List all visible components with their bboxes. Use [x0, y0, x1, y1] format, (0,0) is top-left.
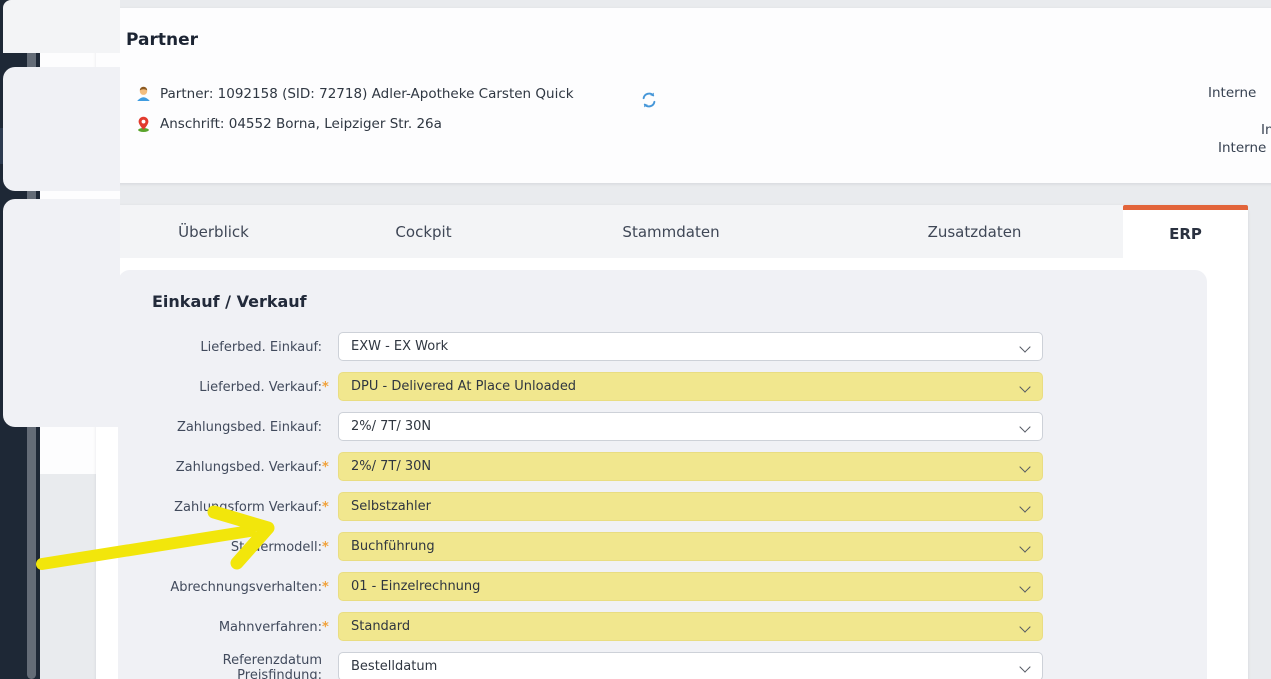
section-title: Einkauf / Verkauf — [152, 292, 307, 311]
required-asterisk: * — [322, 460, 334, 475]
partner-detail-card: Überblick Cockpit Stammdaten Zusatzdaten… — [96, 205, 1248, 679]
right-panel-fragment-2 — [3, 199, 120, 427]
select-value: 01 - Einzelrechnung — [351, 579, 480, 594]
tab-stammdaten[interactable]: Stammdaten — [516, 205, 826, 258]
referenzdatum-preisfindung-select[interactable]: Bestelldatum — [338, 652, 1043, 679]
select-value: Buchführung — [351, 539, 435, 554]
lieferbed-verkauf-select[interactable]: DPU - Delivered At Place Unloaded — [338, 372, 1043, 401]
required-asterisk: * — [322, 500, 334, 515]
chevron-down-icon — [1019, 661, 1030, 672]
partner-info-line: Partner: 1092158 (SID: 72718) Adler-Apot… — [136, 86, 574, 102]
page: Partner Partner: 1092158 (SID: 72718) Ad… — [0, 0, 1271, 679]
clipped-label-3: Interne — [1218, 140, 1266, 156]
tab-zusatzdaten[interactable]: Zusatzdaten — [826, 205, 1123, 258]
select-value: Standard — [351, 619, 410, 634]
chevron-down-icon — [1019, 501, 1030, 512]
partner-header-card: Partner Partner: 1092158 (SID: 72718) Ad… — [96, 8, 1271, 183]
address-info-text: Anschrift: 04552 Borna, Leipziger Str. 2… — [160, 116, 442, 132]
chevron-down-icon — [1019, 341, 1030, 352]
refresh-icon[interactable] — [640, 91, 658, 109]
form-row: Steuermodell: * Buchführung — [118, 532, 1207, 563]
abrechnungsverhalten-select[interactable]: 01 - Einzelrechnung — [338, 572, 1043, 601]
field-label: Steuermodell: — [118, 540, 322, 555]
page-title: Partner — [126, 30, 198, 50]
field-label: Lieferbed. Einkauf: — [118, 340, 322, 355]
chevron-down-icon — [1019, 621, 1030, 632]
required-asterisk: * — [322, 380, 334, 395]
form-row: Abrechnungsverhalten: * 01 - Einzelrechn… — [118, 572, 1207, 603]
right-tabstrip-fragment — [3, 0, 120, 53]
mahnverfahren-select[interactable]: Standard — [338, 612, 1043, 641]
steuermodell-select[interactable]: Buchführung — [338, 532, 1043, 561]
field-label: Lieferbed. Verkauf: — [118, 380, 322, 395]
tab-erp[interactable]: ERP — [1123, 205, 1248, 258]
form-row: Lieferbed. Verkauf: * DPU - Delivered At… — [118, 372, 1207, 403]
clipped-label-2: In — [1261, 122, 1271, 138]
tab-cockpit[interactable]: Cockpit — [331, 205, 516, 258]
person-icon — [136, 86, 151, 102]
select-value: Selbstzahler — [351, 499, 431, 514]
field-label: Abrechnungsverhalten: — [118, 580, 322, 595]
select-value: 2%/ 7T/ 30N — [351, 459, 431, 474]
select-value: EXW - EX Work — [351, 339, 448, 354]
chevron-down-icon — [1019, 581, 1030, 592]
chevron-down-icon — [1019, 461, 1030, 472]
right-sibling-card — [0, 0, 120, 474]
form-row: Mahnverfahren: * Standard — [118, 612, 1207, 643]
select-value: DPU - Delivered At Place Unloaded — [351, 379, 576, 394]
clipped-label-1: Interne — [1208, 85, 1256, 101]
field-label: Referenzdatum Preisfindung: — [118, 653, 322, 679]
form-row: Zahlungsbed. Einkauf: 2%/ 7T/ 30N — [118, 412, 1207, 443]
field-label-line1: Referenzdatum — [118, 653, 322, 668]
tab-bar: Überblick Cockpit Stammdaten Zusatzdaten… — [96, 205, 1248, 258]
zahlungsform-verkauf-select[interactable]: Selbstzahler — [338, 492, 1043, 521]
field-label: Zahlungsform Verkauf: — [118, 500, 322, 515]
tab-ueberblick[interactable]: Überblick — [96, 205, 331, 258]
zahlungsbed-verkauf-select[interactable]: 2%/ 7T/ 30N — [338, 452, 1043, 481]
select-value: Bestelldatum — [351, 659, 437, 674]
form-row: Zahlungsbed. Verkauf: * 2%/ 7T/ 30N — [118, 452, 1207, 483]
field-label-line2: Preisfindung: — [118, 668, 322, 679]
zahlungsbed-einkauf-select[interactable]: 2%/ 7T/ 30N — [338, 412, 1043, 441]
chevron-down-icon — [1019, 421, 1030, 432]
form-row: Zahlungsform Verkauf: * Selbstzahler — [118, 492, 1207, 523]
required-asterisk: * — [322, 580, 334, 595]
chevron-down-icon — [1019, 381, 1030, 392]
form-row: Lieferbed. Einkauf: EXW - EX Work — [118, 332, 1207, 363]
field-label: Zahlungsbed. Verkauf: — [118, 460, 322, 475]
einkauf-verkauf-panel: Einkauf / Verkauf Lieferbed. Einkauf: EX… — [118, 270, 1207, 679]
chevron-down-icon — [1019, 541, 1030, 552]
select-value: 2%/ 7T/ 30N — [351, 419, 431, 434]
form-row: Referenzdatum Preisfindung: Bestelldatum — [118, 652, 1207, 679]
right-panel-fragment-1 — [3, 67, 120, 191]
required-asterisk: * — [322, 540, 334, 555]
field-label: Zahlungsbed. Einkauf: — [118, 420, 322, 435]
lieferbed-einkauf-select[interactable]: EXW - EX Work — [338, 332, 1043, 361]
field-label: Mahnverfahren: — [118, 620, 322, 635]
partner-info-text: Partner: 1092158 (SID: 72718) Adler-Apot… — [160, 86, 574, 102]
required-asterisk: * — [322, 620, 334, 635]
address-info-line: Anschrift: 04552 Borna, Leipziger Str. 2… — [136, 116, 442, 132]
map-pin-icon — [136, 116, 151, 132]
